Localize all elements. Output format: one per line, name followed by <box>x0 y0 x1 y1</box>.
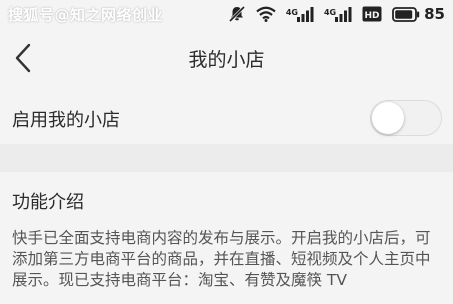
mute-icon <box>228 5 246 23</box>
section-divider <box>0 144 453 172</box>
enable-shop-label: 启用我的小店 <box>12 110 120 131</box>
hd-label: HD <box>365 11 380 21</box>
signal-strength-icon <box>296 6 314 22</box>
enable-shop-row[interactable]: 启用我的小店 <box>0 92 453 144</box>
network-type-label: 4G <box>285 8 298 17</box>
signal-strength-icon <box>334 6 352 22</box>
feature-intro-body: 快手已全面支持电商内容的发布与展示。开启我的小店后，可添加第三方电商平台的商品，… <box>12 229 431 289</box>
status-icons: 4G 4G HD 85 <box>228 4 445 24</box>
page-title: 我的小店 <box>188 49 265 71</box>
wifi-icon <box>256 6 276 22</box>
watermark-text: 搜狐号@知之网络创业 <box>8 6 164 24</box>
battery-level-text: 85 <box>424 5 445 23</box>
battery-icon <box>392 6 420 22</box>
nav-bar: 我的小店 <box>0 28 453 88</box>
enable-shop-toggle[interactable] <box>370 100 442 136</box>
feature-intro-title: 功能介绍 <box>12 192 84 213</box>
status-bar: 搜狐号@知之网络创业 4G 4G HD 85 <box>0 0 453 28</box>
hd-call-icon: HD <box>362 6 382 22</box>
toggle-knob <box>372 102 404 134</box>
network-type-label: 4G <box>323 8 337 17</box>
